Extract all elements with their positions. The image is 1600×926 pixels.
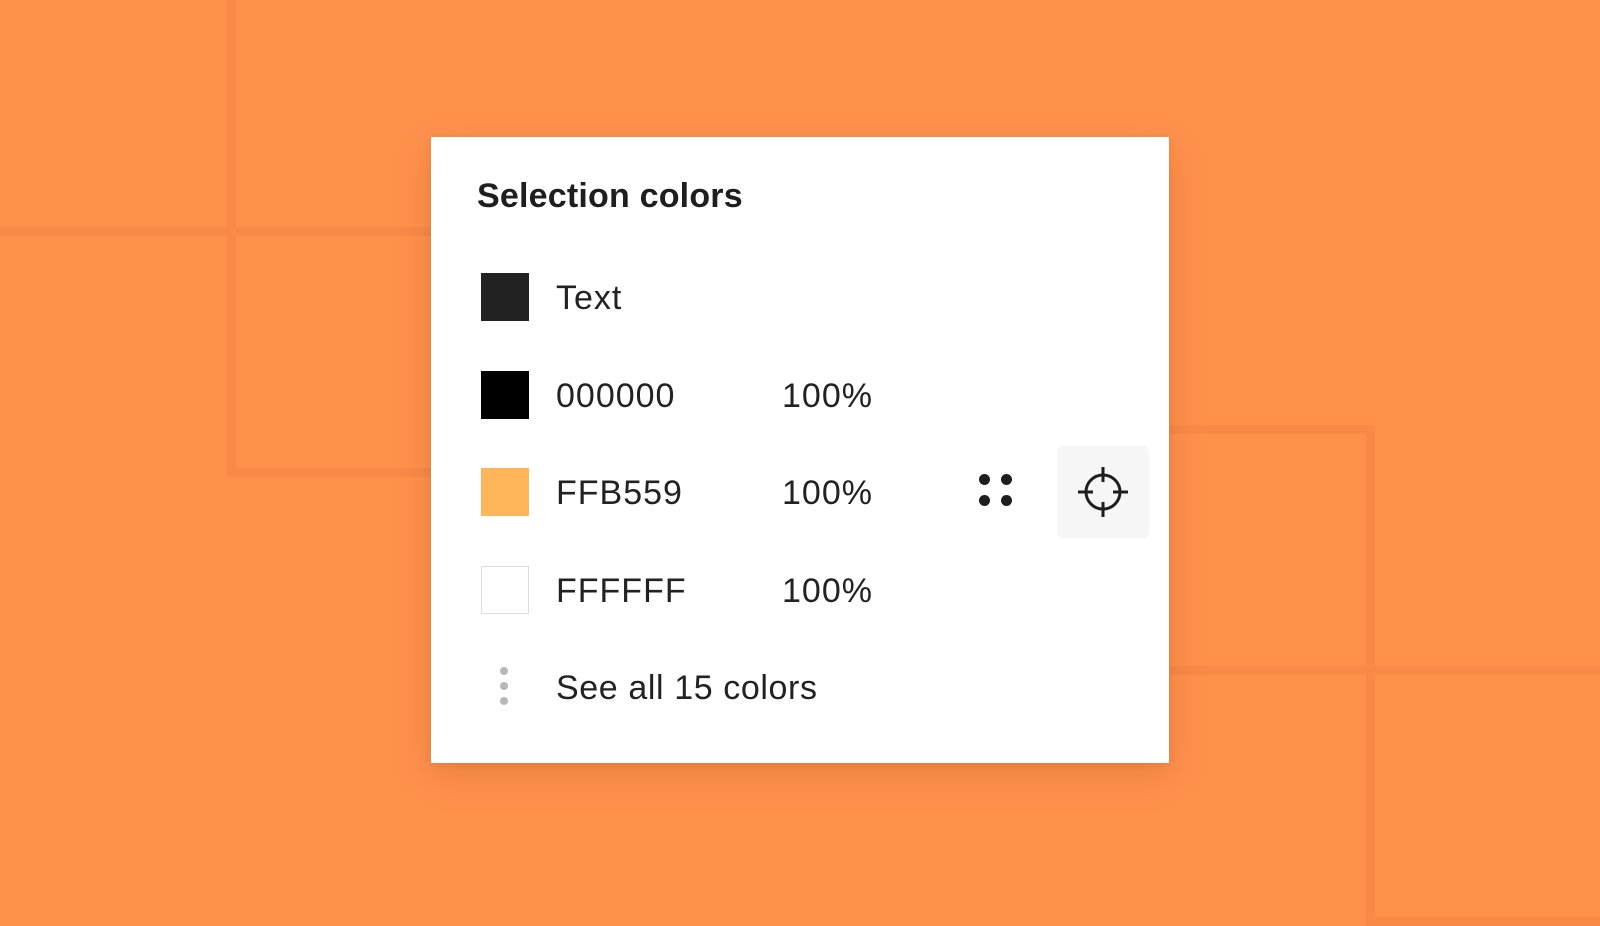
see-all-colors-label: See all 15 colors	[556, 669, 818, 707]
color-row-000000[interactable]: 000000 100%	[431, 349, 1169, 439]
color-hex-value[interactable]: FFFFFF	[556, 571, 687, 611]
grid-dots-icon[interactable]	[979, 474, 1013, 508]
panel-title: Selection colors	[477, 177, 743, 215]
see-all-colors-button[interactable]: See all 15 colors	[431, 641, 1169, 731]
color-opacity-value[interactable]: 100%	[782, 571, 873, 611]
color-opacity-value[interactable]: 100%	[782, 473, 873, 513]
background-outline-left-top	[0, 0, 236, 236]
target-icon	[1078, 467, 1128, 517]
color-opacity-value[interactable]: 100%	[782, 376, 873, 416]
color-swatch-text[interactable]	[481, 273, 529, 321]
color-swatch-ffb559[interactable]	[481, 468, 529, 516]
color-swatch-ffffff[interactable]	[481, 566, 529, 614]
background-outline-right-bottom	[1366, 666, 1600, 926]
more-vertical-icon	[497, 667, 511, 707]
color-row-ffb559[interactable]: FFB559 100%	[431, 446, 1169, 538]
select-matching-layers-button[interactable]	[1057, 446, 1149, 538]
color-row-text[interactable]: Text	[431, 251, 1169, 341]
color-row-ffffff[interactable]: FFFFFF 100%	[431, 544, 1169, 634]
color-hex-value[interactable]: FFB559	[556, 473, 683, 513]
color-swatch-000000[interactable]	[481, 371, 529, 419]
color-hex-value[interactable]: 000000	[556, 376, 675, 416]
selection-colors-panel: Selection colors Text 000000 100% FFB559…	[431, 137, 1169, 763]
color-label: Text	[556, 279, 623, 317]
